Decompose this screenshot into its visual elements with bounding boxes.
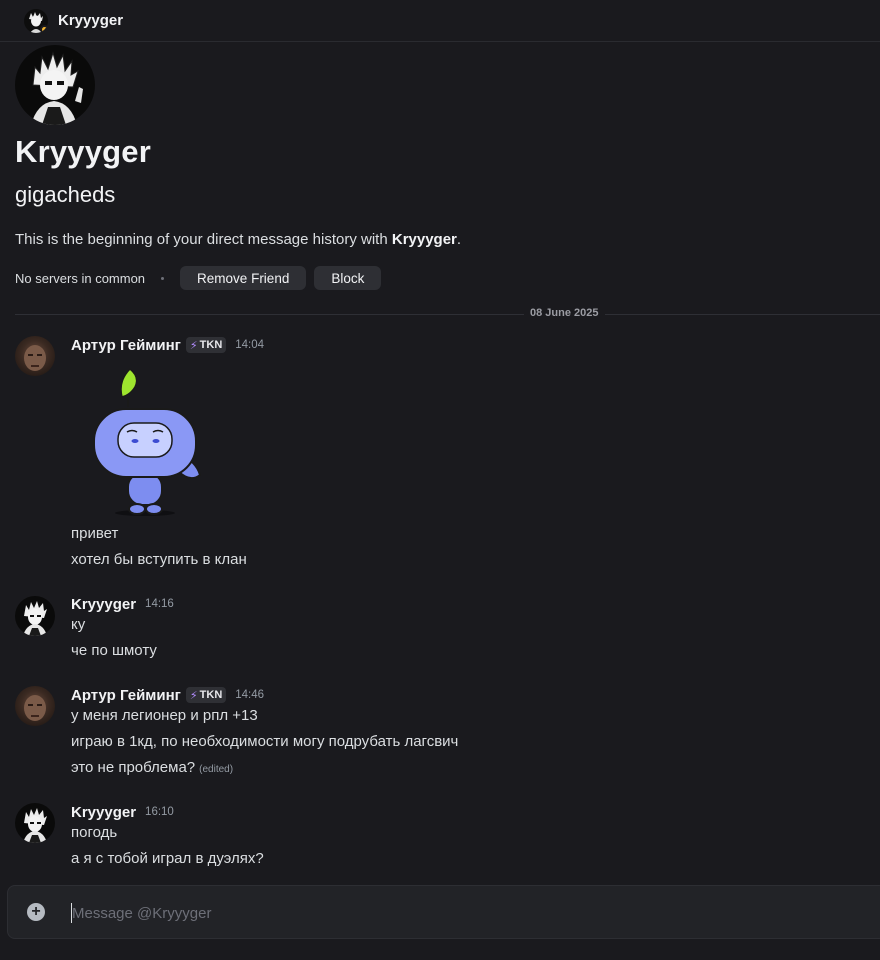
message-avatar[interactable] <box>15 803 55 843</box>
anime-avatar-icon <box>31 51 83 125</box>
profile-avatar[interactable] <box>15 45 95 125</box>
clan-tag[interactable]: ⚡ TKN <box>185 337 227 353</box>
message-composer: + <box>7 885 880 939</box>
lightning-icon: ⚡ <box>189 339 198 352</box>
remove-friend-button[interactable]: Remove Friend <box>180 266 307 290</box>
clan-tag[interactable]: ⚡ TKN <box>185 687 227 703</box>
message-author[interactable]: Kryyyger <box>71 804 136 821</box>
message-author[interactable]: Артур Гейминг <box>71 687 181 704</box>
message-text: погодь <box>71 824 118 841</box>
message-avatar[interactable] <box>15 336 55 376</box>
message-author[interactable]: Артур Гейминг <box>71 337 181 354</box>
message-time: 14:16 <box>145 598 174 610</box>
lightning-icon: ⚡ <box>189 689 198 702</box>
message-header: Kryyyger 16:10 <box>71 802 174 822</box>
intro-suffix: . <box>456 231 462 248</box>
header-name[interactable]: Kryyyger <box>58 12 123 29</box>
anime-avatar-icon <box>23 601 47 636</box>
wumpus-sticker[interactable] <box>80 363 210 518</box>
message-text: а я с тобой играл в дуэлях? <box>71 850 264 867</box>
profile-username: gigacheds <box>15 182 116 207</box>
no-servers-label: No servers in common <box>15 270 146 286</box>
message-time: 14:46 <box>235 689 265 701</box>
intro-name: Kryyyger <box>391 231 457 248</box>
message-text: че по шмоту <box>71 642 157 659</box>
message-text: у меня легионер и рпл +13 <box>71 707 258 724</box>
clan-tag-label: TKN <box>199 689 223 701</box>
edited-label: (edited) <box>199 764 234 775</box>
message-header: Kryyyger 14:16 <box>71 594 174 614</box>
plus-circle-icon[interactable]: + <box>27 903 45 921</box>
message-input[interactable] <box>72 900 852 926</box>
message-avatar[interactable] <box>15 686 55 726</box>
message-text: играю в 1кд, по необходимости могу подру… <box>71 733 459 750</box>
intro-prefix: This is the beginning of your direct mes… <box>15 231 392 248</box>
date-divider-label: 08 June 2025 <box>524 307 605 319</box>
clan-tag-label: TKN <box>199 339 223 351</box>
block-button[interactable]: Block <box>314 266 382 290</box>
message-text: ку <box>71 616 86 633</box>
anime-avatar-icon <box>23 808 47 843</box>
face-avatar-icon <box>24 695 46 721</box>
separator-dot <box>161 276 165 280</box>
date-divider <box>15 314 880 315</box>
message-author[interactable]: Kryyyger <box>71 596 136 613</box>
profile-display-name: Kryyyger <box>15 134 152 169</box>
message-time: 14:04 <box>235 339 265 351</box>
message-time: 16:10 <box>145 806 174 818</box>
dm-header: Kryyyger <box>0 0 880 42</box>
message-text-edited: это не проблема? (edited) <box>71 759 233 776</box>
message-text: это не проблема? <box>71 759 196 776</box>
message-header: Артур Гейминг ⚡ TKN 14:04 <box>71 335 264 355</box>
header-avatar[interactable] <box>24 8 48 33</box>
message-text: хотел бы вступить в клан <box>71 551 247 568</box>
dm-intro-text: This is the beginning of your direct mes… <box>15 231 461 248</box>
message-header: Артур Гейминг ⚡ TKN 14:46 <box>71 685 264 705</box>
profile-actions: No servers in common Remove Friend Block <box>15 266 389 290</box>
face-avatar-icon <box>24 345 46 371</box>
message-avatar[interactable] <box>15 596 55 636</box>
status-idle-icon <box>40 24 48 33</box>
message-text: привет <box>71 525 119 542</box>
